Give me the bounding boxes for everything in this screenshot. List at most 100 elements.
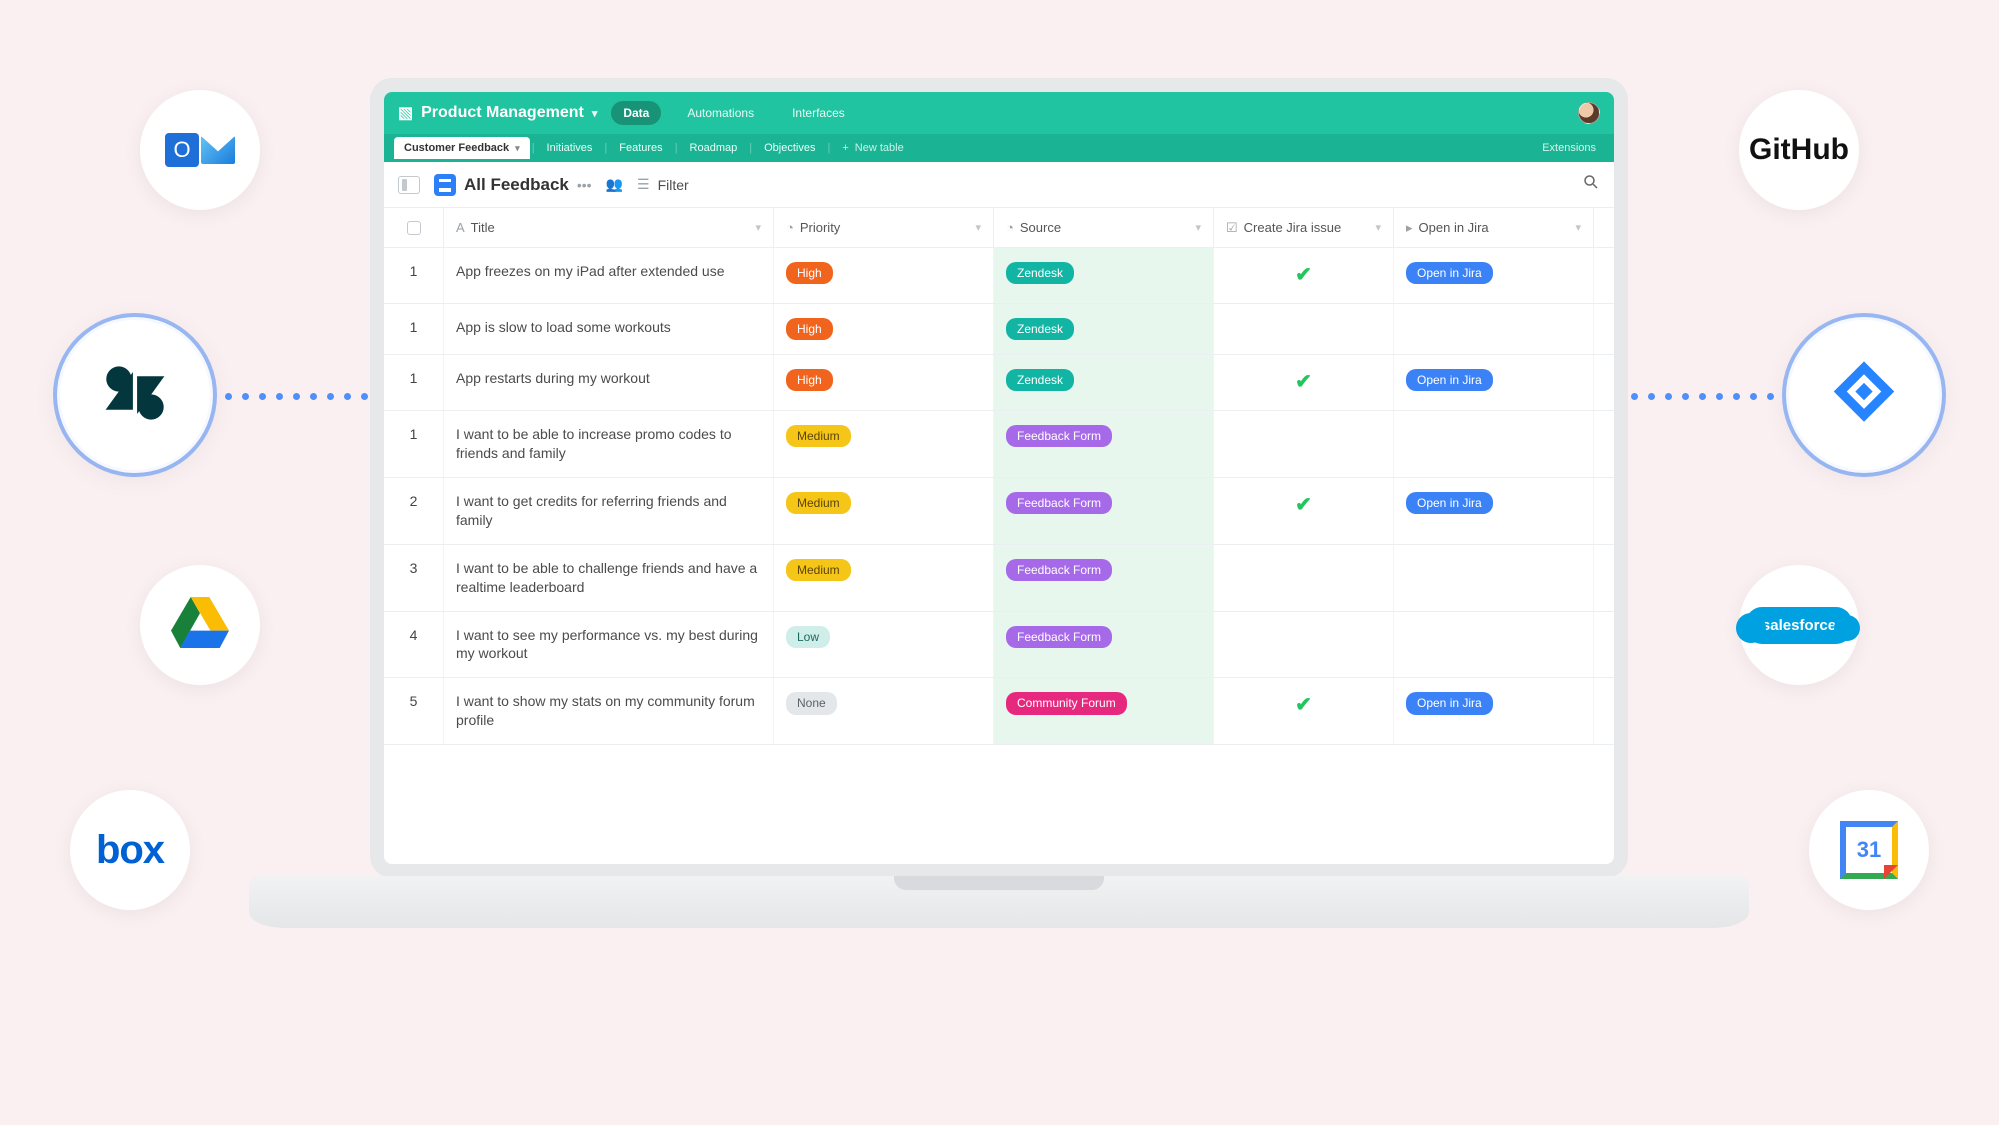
cell-title[interactable]: I want to be able to challenge friends a… [444,545,774,611]
table-row[interactable]: 1App restarts during my workoutHighZende… [384,355,1614,411]
cell-priority[interactable]: High [774,304,994,354]
cell-create-jira[interactable]: ✔ [1214,248,1394,303]
cell-priority[interactable]: None [774,678,994,744]
search-button[interactable] [1582,173,1600,196]
cell-open-jira[interactable] [1394,612,1594,678]
cell-open-jira[interactable]: Open in Jira [1394,478,1594,544]
cell-title[interactable]: App restarts during my workout [444,355,774,410]
row-index: 1 [384,355,444,410]
open-in-jira-button[interactable]: Open in Jira [1406,262,1493,284]
select-all-cell[interactable] [384,208,444,247]
cell-title[interactable]: App is slow to load some workouts [444,304,774,354]
cell-title[interactable]: I want to see my performance vs. my best… [444,612,774,678]
chevron-down-icon: ▾ [1575,221,1581,234]
people-icon: 👥 [606,176,623,193]
row-index: 1 [384,248,444,303]
base-title-text: Product Management [421,104,584,122]
cell-create-jira[interactable] [1214,545,1394,611]
cell-priority[interactable]: Medium [774,411,994,477]
col-open-jira[interactable]: ▸Open in Jira▾ [1394,208,1594,247]
table-row[interactable]: 5I want to show my stats on my community… [384,678,1614,745]
check-icon: ✔ [1295,369,1312,396]
cell-priority[interactable]: High [774,355,994,410]
col-title[interactable]: ATitle▾ [444,208,774,247]
grid-header: ATitle▾ ◔Priority▾ ◔Source▾ ☑Create Jira… [384,208,1614,248]
cell-open-jira[interactable] [1394,304,1594,354]
cell-create-jira[interactable]: ✔ [1214,355,1394,410]
cell-open-jira[interactable]: Open in Jira [1394,678,1594,744]
avatar[interactable] [1578,102,1600,124]
cell-create-jira[interactable] [1214,411,1394,477]
table-tabs: Customer Feedback ▾ | Initiatives | Feat… [384,134,1614,162]
open-in-jira-button[interactable]: Open in Jira [1406,692,1493,714]
cell-source[interactable]: Zendesk [994,248,1214,303]
cell-priority[interactable]: Low [774,612,994,678]
row-index: 1 [384,411,444,477]
table-row[interactable]: 1I want to be able to increase promo cod… [384,411,1614,478]
cell-source[interactable]: Feedback Form [994,411,1214,477]
table-row[interactable]: 1App freezes on my iPad after extended u… [384,248,1614,304]
integration-jira [1789,320,1939,470]
check-icon: ✔ [1295,492,1312,519]
open-in-jira-button[interactable]: Open in Jira [1406,369,1493,391]
cell-source[interactable]: Feedback Form [994,612,1214,678]
cell-open-jira[interactable] [1394,411,1594,477]
add-table-button[interactable]: + New table [832,137,913,159]
laptop-camera [977,85,1021,92]
tab-customer-feedback[interactable]: Customer Feedback ▾ [394,137,530,159]
table-row[interactable]: 4I want to see my performance vs. my bes… [384,612,1614,679]
people-button[interactable]: 👥 [606,176,623,193]
cell-source[interactable]: Feedback Form [994,478,1214,544]
cell-source[interactable]: Community Forum [994,678,1214,744]
col-source[interactable]: ◔Source▾ [994,208,1214,247]
chevron-down-icon: ▾ [975,221,981,234]
integration-google-calendar: 31 [1809,790,1929,910]
cell-open-jira[interactable]: Open in Jira [1394,248,1594,303]
cell-title[interactable]: I want to show my stats on my community … [444,678,774,744]
open-in-jira-button[interactable]: Open in Jira [1406,492,1493,514]
view-name: All Feedback [464,175,569,195]
cell-source[interactable]: Zendesk [994,355,1214,410]
table-row[interactable]: 1App is slow to load some workoutsHighZe… [384,304,1614,355]
more-icon: ••• [577,177,592,193]
filter-button[interactable]: ☰ Filter [637,176,689,193]
google-drive-icon [171,597,229,653]
view-switcher[interactable]: All Feedback ••• [434,174,592,196]
single-select-icon: ◔ [786,220,794,235]
box-icon: box [96,828,164,873]
cell-create-jira[interactable]: ✔ [1214,478,1394,544]
integration-github: GitHub [1739,90,1859,210]
cell-title[interactable]: App freezes on my iPad after extended us… [444,248,774,303]
cell-title[interactable]: I want to get credits for referring frie… [444,478,774,544]
table-row[interactable]: 2I want to get credits for referring fri… [384,478,1614,545]
single-select-icon: ◔ [1006,220,1014,235]
app-header: ▧ Product Management ▾ Data Automations … [384,92,1614,134]
cell-priority[interactable]: Medium [774,545,994,611]
cell-open-jira[interactable] [1394,545,1594,611]
cell-priority[interactable]: Medium [774,478,994,544]
tab-objectives[interactable]: Objectives [754,137,825,159]
button-field-icon: ▸ [1406,220,1413,236]
cell-title[interactable]: I want to be able to increase promo code… [444,411,774,477]
sidebar-toggle[interactable] [398,176,420,194]
cell-create-jira[interactable]: ✔ [1214,678,1394,744]
cell-source[interactable]: Feedback Form [994,545,1214,611]
chevron-down-icon: ▾ [1195,221,1201,234]
col-priority[interactable]: ◔Priority▾ [774,208,994,247]
cell-priority[interactable]: High [774,248,994,303]
cell-create-jira[interactable] [1214,612,1394,678]
nav-automations[interactable]: Automations [675,101,766,125]
cell-create-jira[interactable] [1214,304,1394,354]
tab-roadmap[interactable]: Roadmap [680,137,748,159]
tab-initiatives[interactable]: Initiatives [537,137,603,159]
cell-open-jira[interactable]: Open in Jira [1394,355,1594,410]
base-title[interactable]: ▧ Product Management ▾ [398,103,597,123]
integration-box: box [70,790,190,910]
nav-data[interactable]: Data [611,101,661,125]
table-row[interactable]: 3I want to be able to challenge friends … [384,545,1614,612]
col-create-jira[interactable]: ☑Create Jira issue▾ [1214,208,1394,247]
extensions-button[interactable]: Extensions [1542,142,1604,154]
nav-interfaces[interactable]: Interfaces [780,101,857,125]
cell-source[interactable]: Zendesk [994,304,1214,354]
tab-features[interactable]: Features [609,137,672,159]
